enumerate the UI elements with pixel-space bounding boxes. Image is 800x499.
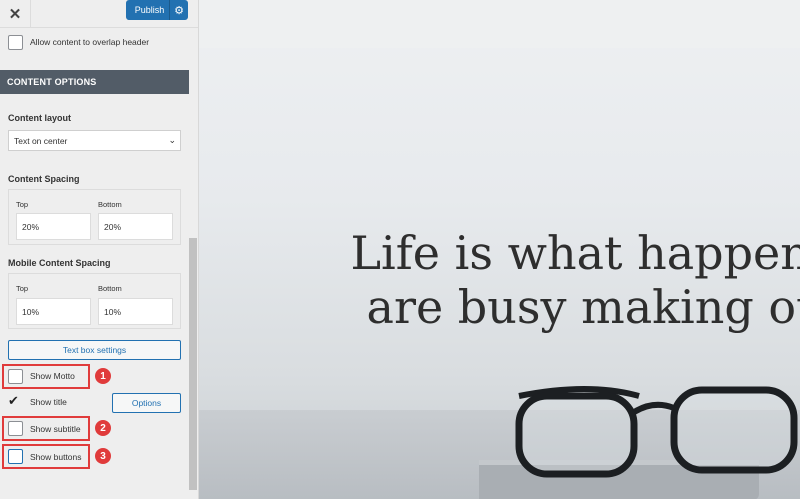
- mobile-spacing-top-input[interactable]: 10%: [16, 298, 91, 325]
- show-subtitle-checkbox[interactable]: [8, 421, 23, 436]
- mobile-spacing-box: Top Bottom 10% 10%: [8, 273, 181, 329]
- mobile-spacing-top-label: Top: [16, 284, 29, 293]
- content-spacing-top-label: Top: [16, 200, 29, 209]
- quote-line-2: are busy making othe: [366, 280, 800, 334]
- mobile-spacing-bottom-input[interactable]: 10%: [98, 298, 173, 325]
- content-layout-value: Text on center: [14, 135, 68, 146]
- show-title-label: Show title: [30, 397, 67, 407]
- show-motto-checkbox[interactable]: [8, 369, 23, 384]
- publish-label[interactable]: Publish: [126, 5, 169, 15]
- show-motto-label: Show Motto: [30, 371, 75, 381]
- content-spacing-box: Top Bottom 20% 20%: [8, 189, 181, 245]
- close-icon[interactable]: ✕: [0, 0, 31, 27]
- quote-line-1: Life is what happens w: [350, 226, 800, 280]
- content-options-header: CONTENT OPTIONS: [0, 70, 189, 94]
- show-buttons-label: Show buttons: [30, 452, 82, 462]
- content-spacing-bottom-label: Bottom: [98, 200, 122, 209]
- content-layout-select[interactable]: Text on center ⌄: [8, 130, 181, 151]
- content-spacing-bottom-input[interactable]: 20%: [98, 213, 173, 240]
- overlap-header-checkbox[interactable]: [8, 35, 23, 50]
- mobile-spacing-title: Mobile Content Spacing: [8, 258, 111, 268]
- customizer-panel: ✕ Publish ⚙ Allow content to overlap hea…: [0, 0, 199, 499]
- panel-scrollbar[interactable]: [189, 238, 197, 490]
- show-buttons-checkbox[interactable]: [8, 449, 23, 464]
- show-title-checkbox[interactable]: ✔: [8, 394, 21, 407]
- content-spacing-title: Content Spacing: [8, 174, 80, 184]
- text-box-settings-button[interactable]: Text box settings: [8, 340, 181, 360]
- site-preview: Life is what happens w are busy making o…: [199, 0, 800, 499]
- overlap-header-label: Allow content to overlap header: [30, 37, 150, 47]
- customizer-topbar: ✕ Publish ⚙: [0, 0, 198, 28]
- gear-icon[interactable]: ⚙: [169, 0, 188, 20]
- hero-quote: Life is what happens w are busy making o…: [319, 226, 800, 334]
- show-subtitle-label: Show subtitle: [30, 424, 81, 434]
- glasses-illustration: [479, 386, 798, 499]
- chevron-down-icon: ⌄: [168, 135, 176, 145]
- mobile-spacing-bottom-label: Bottom: [98, 284, 122, 293]
- step-badge-1: 1: [95, 368, 111, 384]
- publish-button[interactable]: Publish ⚙: [126, 0, 188, 20]
- preview-header-strip: [199, 0, 800, 48]
- content-spacing-top-input[interactable]: 20%: [16, 213, 91, 240]
- content-layout-title: Content layout: [8, 113, 71, 123]
- title-options-button[interactable]: Options: [112, 393, 181, 413]
- step-badge-3: 3: [95, 448, 111, 464]
- step-badge-2: 2: [95, 420, 111, 436]
